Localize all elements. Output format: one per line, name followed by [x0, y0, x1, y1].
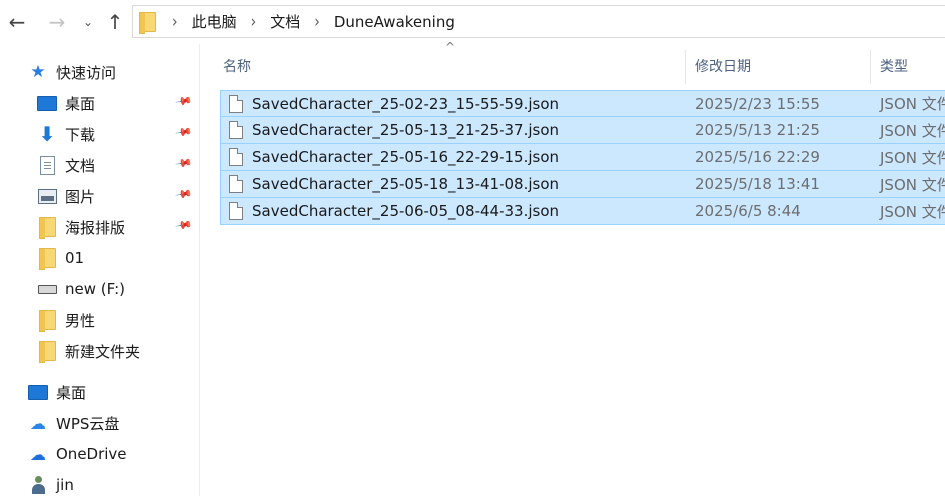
- file-rows: SavedCharacter_25-02-23_15-55-59.json 20…: [220, 90, 945, 225]
- chevron-down-icon: ⌄: [82, 15, 94, 29]
- wps-cloud-icon: ☁: [30, 413, 46, 433]
- table-row[interactable]: SavedCharacter_25-02-23_15-55-59.json 20…: [220, 90, 945, 117]
- star-icon: ★: [30, 62, 46, 82]
- folder-icon: [139, 11, 156, 34]
- user-icon: [32, 476, 45, 494]
- breadcrumb-documents[interactable]: 文档: [270, 11, 300, 32]
- sidebar-item-01[interactable]: 01: [0, 244, 199, 272]
- table-row[interactable]: SavedCharacter_25-05-16_22-29-15.json 20…: [220, 144, 945, 171]
- sidebar-item-wps-cloud[interactable]: ☁ WPS云盘: [0, 409, 199, 437]
- file-date: 2025/6/5 8:44: [695, 202, 801, 220]
- download-icon: ⬇: [38, 122, 56, 146]
- file-icon: [229, 94, 243, 113]
- pin-icon[interactable]: 📌: [175, 185, 194, 204]
- onedrive-icon: ☁: [30, 444, 46, 464]
- up-button[interactable]: ↑: [102, 8, 128, 36]
- arrow-left-icon: ←: [8, 10, 26, 34]
- sidebar-item-label: new (F:): [65, 280, 125, 298]
- forward-button[interactable]: →: [44, 8, 70, 36]
- folder-icon: [38, 310, 56, 332]
- sidebar-item-drive-f[interactable]: new (F:): [0, 275, 199, 303]
- breadcrumb-duneawakening[interactable]: DuneAwakening: [334, 13, 455, 31]
- picture-icon: [37, 188, 57, 204]
- pin-icon[interactable]: 📌: [175, 92, 194, 111]
- sidebar-item-male[interactable]: 男性: [0, 306, 199, 334]
- file-name: SavedCharacter_25-05-18_13-41-08.json: [252, 175, 560, 193]
- chevron-right-icon[interactable]: ›: [314, 12, 320, 31]
- chevron-right-icon[interactable]: ›: [251, 12, 257, 31]
- sidebar-item-label: 01: [65, 249, 85, 267]
- file-name: SavedCharacter_25-02-23_15-55-59.json: [252, 94, 560, 113]
- file-date: 2025/5/16 22:29: [695, 148, 820, 166]
- file-date: 2025/5/13 21:25: [695, 121, 820, 139]
- file-name: SavedCharacter_25-05-13_21-25-37.json: [252, 121, 560, 139]
- column-header-type[interactable]: 类型: [880, 54, 908, 78]
- sidebar-item-poster-layout[interactable]: 海报排版 📌: [0, 213, 199, 241]
- sidebar-item-label: 文档: [65, 156, 96, 175]
- desktop-icon: [37, 95, 57, 111]
- file-icon: [229, 202, 243, 220]
- recent-locations-button[interactable]: ⌄: [78, 8, 98, 36]
- sidebar-item-pictures[interactable]: 图片 📌: [0, 182, 199, 210]
- table-row[interactable]: SavedCharacter_25-05-18_13-41-08.json 20…: [220, 171, 945, 198]
- folder-icon: [38, 341, 56, 363]
- arrow-up-icon: ↑: [106, 10, 124, 34]
- file-icon: [229, 121, 243, 139]
- file-type: JSON 文件: [880, 121, 945, 140]
- column-divider[interactable]: [870, 50, 871, 84]
- sidebar-item-new-folder[interactable]: 新建文件夹: [0, 337, 199, 365]
- sidebar-item-quick-access[interactable]: ★ 快速访问: [0, 58, 199, 86]
- drive-icon: [37, 284, 57, 294]
- sidebar-item-label: 图片: [65, 187, 96, 206]
- file-name: SavedCharacter_25-06-05_08-44-33.json: [252, 202, 560, 220]
- back-button[interactable]: ←: [4, 8, 30, 36]
- file-type: JSON 文件: [880, 148, 945, 167]
- table-row[interactable]: SavedCharacter_25-06-05_08-44-33.json 20…: [220, 198, 945, 225]
- sidebar-item-label: 桌面: [56, 383, 87, 402]
- breadcrumb-this-pc[interactable]: 此电脑: [192, 11, 237, 32]
- pin-icon[interactable]: 📌: [175, 216, 194, 235]
- file-date: 2025/2/23 15:55: [695, 94, 820, 113]
- sidebar-item-user-jin[interactable]: jin: [0, 471, 199, 499]
- chevron-right-icon[interactable]: ›: [172, 12, 178, 31]
- file-type: JSON 文件: [880, 95, 945, 113]
- column-divider[interactable]: [685, 50, 686, 84]
- file-type: JSON 文件: [880, 202, 945, 221]
- sidebar-item-desktop[interactable]: 桌面 📌: [0, 89, 199, 117]
- document-icon: [39, 155, 55, 175]
- file-type: JSON 文件: [880, 175, 945, 194]
- sidebar-item-label: 桌面: [65, 94, 96, 113]
- file-icon: [229, 175, 243, 193]
- folder-icon: [38, 217, 56, 239]
- file-name: SavedCharacter_25-05-16_22-29-15.json: [252, 148, 560, 166]
- desktop-icon: [28, 384, 48, 400]
- pin-icon[interactable]: 📌: [175, 154, 194, 173]
- pin-icon[interactable]: 📌: [175, 123, 194, 142]
- sidebar-item-label: OneDrive: [56, 445, 127, 463]
- sidebar-item-label: 海报排版: [65, 218, 126, 237]
- sidebar-item-downloads[interactable]: ⬇ 下载 📌: [0, 120, 199, 148]
- column-header-name[interactable]: 名称: [223, 54, 251, 78]
- folder-icon: [38, 248, 56, 270]
- arrow-right-icon: →: [48, 10, 66, 34]
- sidebar-item-label: WPS云盘: [56, 414, 120, 433]
- sidebar-item-label: 下载: [65, 125, 96, 144]
- navigation-bar: ← → ⌄ ↑ › 此电脑 › 文档 › DuneAwakening: [0, 0, 945, 44]
- navigation-pane: ★ 快速访问 桌面 📌 ⬇ 下载 📌 文档 📌 图片 📌 海报排版 📌 01 n…: [0, 44, 200, 496]
- file-date: 2025/5/18 13:41: [695, 175, 820, 193]
- sort-ascending-icon: ^: [445, 40, 456, 54]
- sidebar-item-label: 新建文件夹: [65, 342, 141, 361]
- file-icon: [229, 148, 243, 166]
- sidebar-item-label: 男性: [65, 311, 96, 330]
- sidebar-item-desktop-root[interactable]: 桌面: [0, 378, 199, 406]
- column-header-date-modified[interactable]: 修改日期: [695, 54, 751, 78]
- table-row[interactable]: SavedCharacter_25-05-13_21-25-37.json 20…: [220, 117, 945, 144]
- file-list: ^ 名称 修改日期 类型 SavedCharacter_25-02-23_15-…: [201, 40, 945, 496]
- address-bar[interactable]: › 此电脑 › 文档 › DuneAwakening: [132, 5, 945, 38]
- sidebar-item-documents[interactable]: 文档 📌: [0, 151, 199, 179]
- sidebar-item-label: 快速访问: [56, 63, 117, 82]
- sidebar-item-label: jin: [56, 476, 74, 494]
- sidebar-item-onedrive[interactable]: ☁ OneDrive: [0, 440, 199, 468]
